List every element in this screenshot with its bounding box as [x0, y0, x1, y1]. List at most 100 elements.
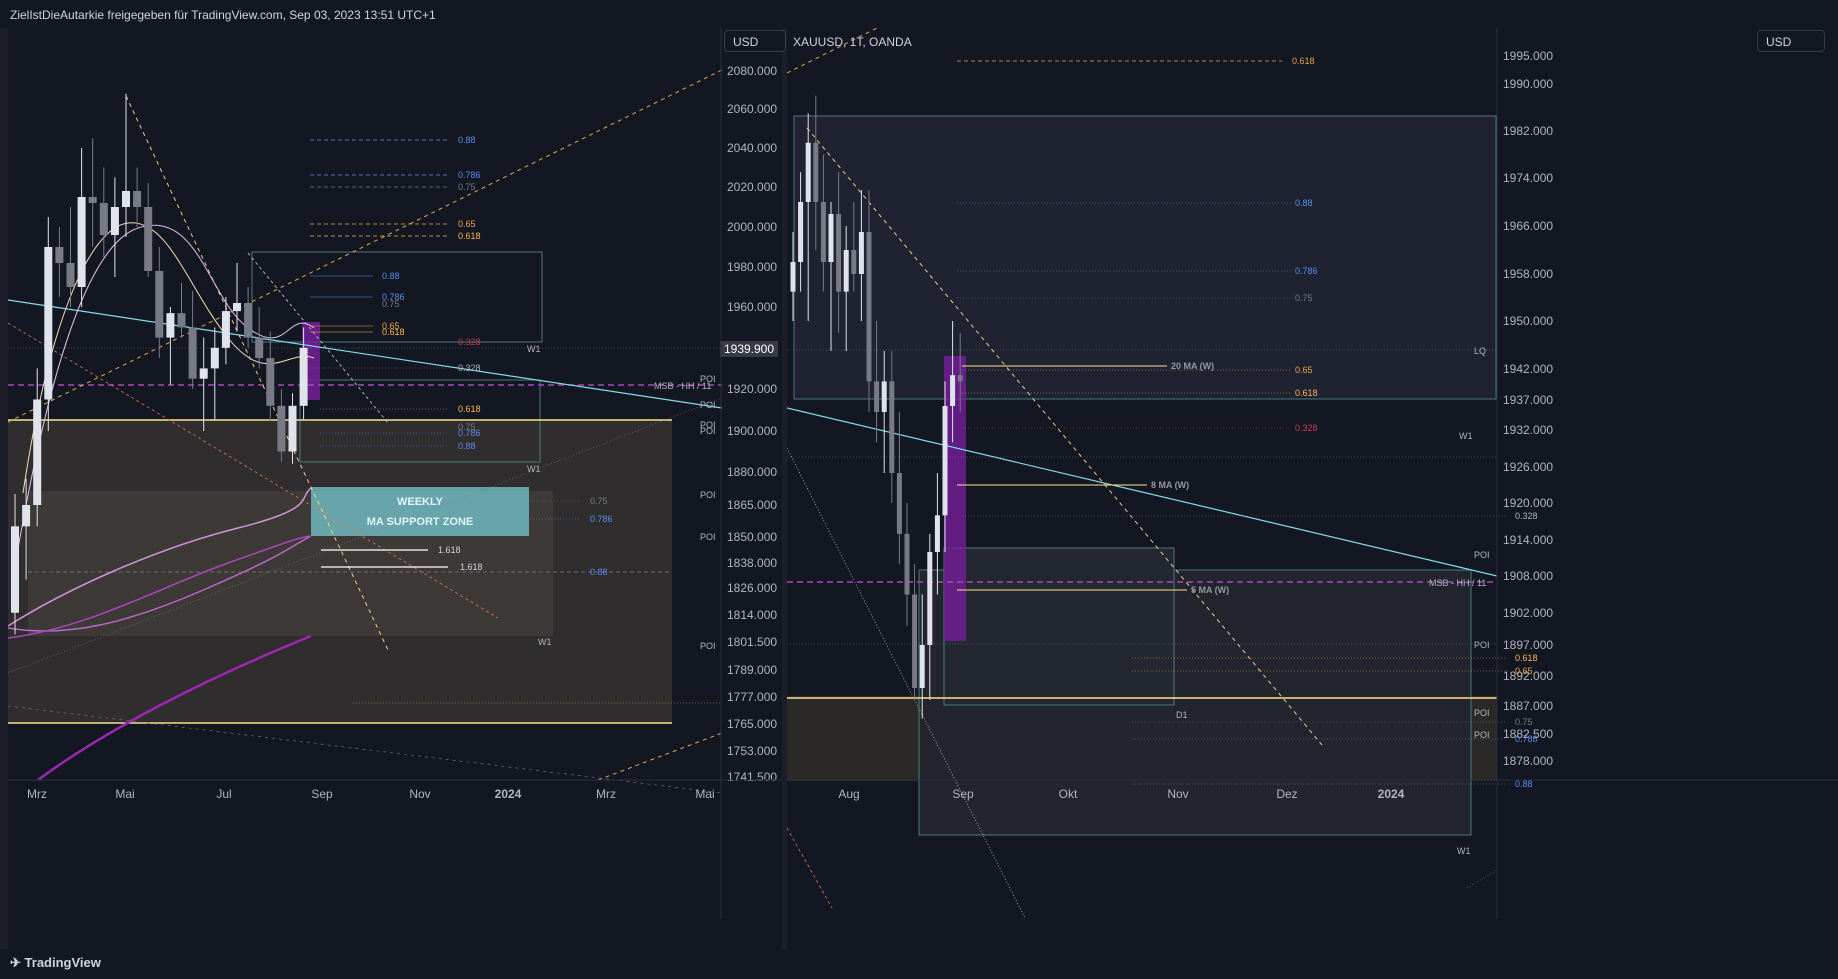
fib-label: 0.88	[1295, 198, 1313, 208]
candle-body	[896, 473, 902, 534]
price-tick-label: 1960.000	[727, 300, 777, 314]
price-tick-label: 1880.000	[727, 465, 777, 479]
fib-label: 0.65	[458, 219, 476, 229]
candle-body	[957, 375, 963, 382]
zone-title-weekly: WEEKLY	[397, 496, 444, 508]
d1-label: D1	[1176, 710, 1188, 720]
fib-label: 0.328	[1515, 511, 1538, 521]
fib-label: 0.786	[590, 514, 613, 524]
time-tick-label: Mai	[695, 787, 714, 801]
candle-body	[144, 207, 153, 271]
brand-label: TradingView	[24, 955, 101, 970]
poi-label: POI	[700, 400, 716, 410]
poi-label: POI	[700, 641, 716, 651]
candle-body	[188, 327, 197, 379]
time-tick-label: Nov	[409, 787, 430, 801]
current-price-label: 1939.900	[724, 342, 774, 356]
fib-label: 0.786	[458, 170, 481, 180]
price-tick-label: 1887.000	[1503, 699, 1553, 713]
candle-body	[813, 142, 819, 202]
fib-label: 0.618	[458, 404, 481, 414]
time-tick-label: Nov	[1167, 787, 1188, 801]
candle-body	[33, 399, 42, 505]
fib-label: 1.618	[460, 562, 483, 572]
left-chart[interactable]: 2080.000 2060.000 2040.000 2020.000 2000.000…	[7, 28, 782, 949]
poi-label: POI	[700, 490, 716, 500]
fib-label: 0.618	[1295, 388, 1318, 398]
price-tick-label: 1926.000	[1503, 460, 1553, 474]
price-tick-label: 2000.000	[727, 220, 777, 234]
price-tick-label: 1920.000	[727, 382, 777, 396]
candle-body	[912, 594, 918, 688]
time-tick-label: Mrz	[27, 787, 47, 801]
candle-body	[99, 203, 108, 235]
fib-label: 0.618	[1515, 653, 1538, 663]
symbol-title: XAUUSD, 1T, OANDA	[793, 35, 912, 49]
lq-label: LQ	[1474, 346, 1486, 356]
fib-label: 0.75	[1515, 717, 1533, 727]
orange-dashed-low	[597, 732, 723, 781]
top-bar: ZielIstDieAutarkie freigegeben für Tradi…	[0, 0, 1838, 28]
right-chart-panel[interactable]: 1995.000 1990.000 1982.000 1974.000 1966.000…	[786, 0, 1838, 949]
d1-box	[943, 547, 1175, 706]
w1-label: W1	[1459, 431, 1473, 441]
poi-label: POI	[1474, 550, 1490, 560]
time-tick-label: Mrz	[596, 787, 616, 801]
candle-body	[122, 191, 130, 207]
currency-button[interactable]: USD	[1757, 30, 1825, 52]
fib-label: 1.618	[438, 545, 461, 555]
price-tick-label: 1897.000	[1503, 638, 1553, 652]
candle-body	[66, 263, 75, 287]
candle-body	[55, 247, 64, 263]
price-tick-label: 1937.000	[1503, 393, 1553, 407]
candle-body	[244, 303, 253, 338]
price-tick-label: 2040.000	[727, 141, 777, 155]
price-tick-label: 1850.000	[727, 530, 777, 544]
candle-body	[288, 405, 297, 452]
fib-label: 0.88	[590, 567, 608, 577]
price-tick-label: 1980.000	[727, 260, 777, 274]
left-time-axis: Mrz Mai Jul Sep Nov 2024 Mrz Mai	[27, 787, 715, 801]
candle-body	[277, 405, 286, 452]
msb-label: MSB - HH / 11	[1429, 578, 1486, 588]
price-tick-label: 1950.000	[1503, 314, 1553, 328]
fib-label: 0.75	[1295, 293, 1313, 303]
candle-body	[798, 202, 804, 262]
candle-body	[44, 247, 53, 400]
candle-body	[299, 347, 308, 406]
fib-label: 0.65	[1295, 365, 1313, 375]
right-chart[interactable]: 1995.000 1990.000 1982.000 1974.000 1966.000…	[786, 0, 1838, 949]
w1-label: W1	[538, 637, 552, 647]
candle-body	[110, 207, 119, 235]
grey-dotted-line	[1466, 869, 1498, 889]
price-tick-label: 1900.000	[727, 424, 777, 438]
share-text: ZielIstDieAutarkie freigegeben für Tradi…	[10, 8, 436, 22]
fib-label: 0.328	[458, 363, 481, 373]
left-chart-panel[interactable]: 2080.000 2060.000 2040.000 2020.000 2000.000…	[7, 28, 786, 949]
price-tick-label: 1920.000	[1503, 496, 1553, 510]
candle-body	[177, 313, 186, 328]
price-tick-label: 1908.000	[1503, 569, 1553, 583]
time-tick-label: Dez	[1276, 787, 1297, 801]
currency-button[interactable]: USD	[724, 30, 786, 52]
fib-label: 0.75	[458, 182, 476, 192]
candle-body	[919, 645, 925, 688]
time-tick-label: Mai	[115, 787, 134, 801]
fib-label: 0.328	[1295, 423, 1318, 433]
price-tick-label: 1990.000	[1503, 77, 1553, 91]
candle-body	[210, 347, 219, 369]
time-tick-label: 2024	[1378, 787, 1405, 801]
candle-body	[828, 214, 834, 262]
poi-label: POI	[700, 374, 716, 384]
fib-label: 0.786	[1295, 266, 1318, 276]
left-price-axis: 2080.000 2060.000 2040.000 2020.000 2000.000…	[727, 64, 777, 784]
price-tick-label: 1838.000	[727, 556, 777, 570]
tradingview-logo[interactable]: ✈ TradingView	[10, 955, 101, 971]
time-tick-label: 2024	[495, 787, 522, 801]
fib-label: 0.75	[382, 299, 400, 309]
candle-body	[942, 406, 948, 516]
red-dashed-line	[786, 827, 833, 909]
price-tick-label: 1995.000	[1503, 49, 1553, 63]
w1-label: W1	[527, 344, 541, 354]
ma-label: 5 MA (W)	[1191, 585, 1229, 595]
